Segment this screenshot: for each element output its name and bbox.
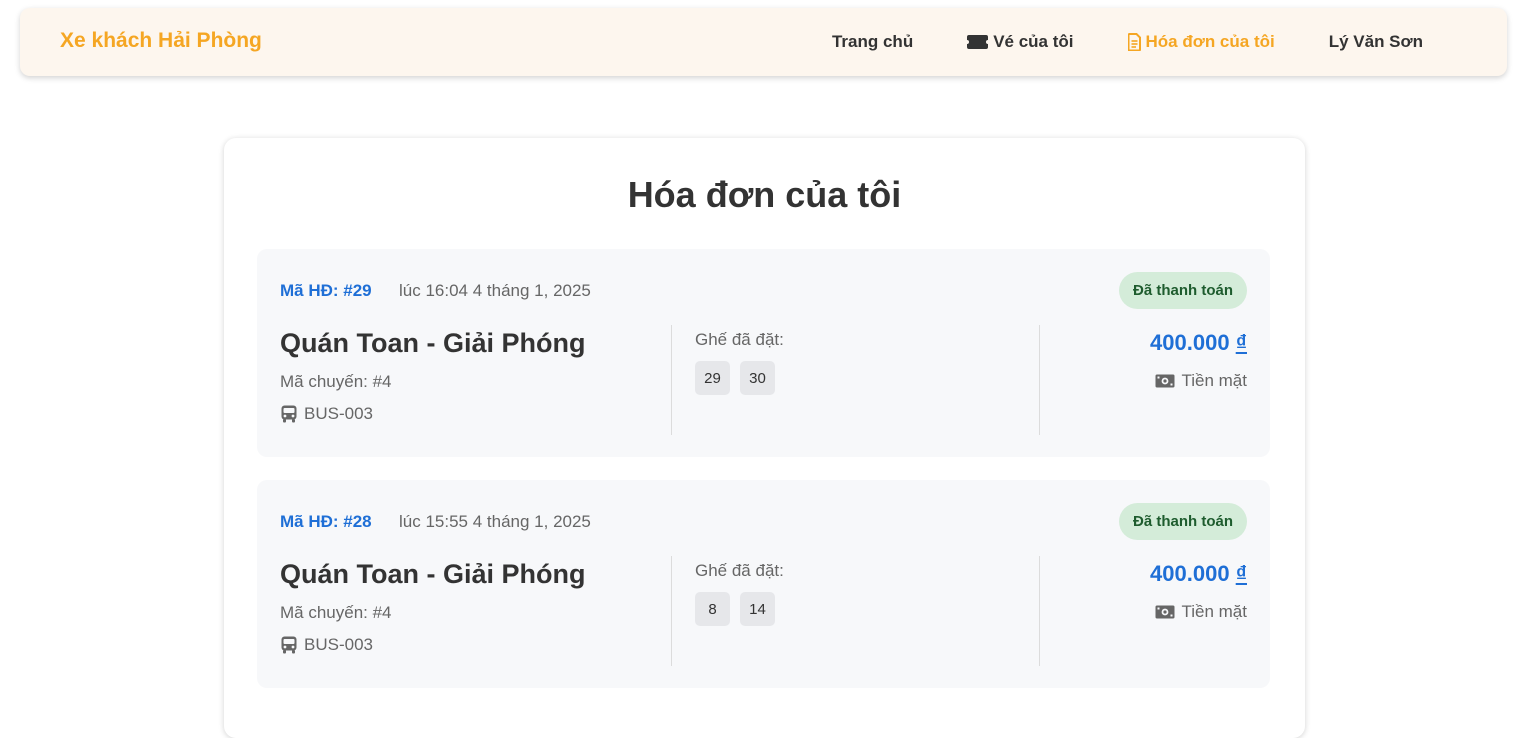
- user-menu-dropdown[interactable]: Lý Văn Sơn: [1329, 32, 1457, 52]
- brand-logo-text[interactable]: Xe khách Hải Phòng: [60, 29, 262, 53]
- invoice-time: lúc 15:55 4 tháng 1, 2025: [399, 512, 591, 531]
- payment-label: Tiền mặt: [1181, 371, 1247, 390]
- nav-link-home[interactable]: Trang chủ: [832, 32, 913, 52]
- user-name: Lý Văn Sơn: [1328, 32, 1423, 51]
- status-badge: Đã thanh toán: [1119, 272, 1247, 309]
- seat-badge: 30: [740, 361, 775, 395]
- divider: [671, 556, 672, 666]
- cash-icon: [1155, 605, 1175, 619]
- invoice-time: lúc 16:04 4 tháng 1, 2025: [399, 281, 591, 300]
- ticket-icon: [967, 35, 989, 49]
- invoice-price: 400.000 ₫: [1150, 561, 1247, 587]
- divider: [1039, 556, 1040, 666]
- invoice-id: Mã HĐ: #29: [280, 281, 372, 300]
- invoice-id: Mã HĐ: #28: [280, 512, 372, 531]
- bus-code: BUS-003: [304, 404, 373, 423]
- seat-list: 29 30: [695, 361, 785, 395]
- route-title: Quán Toan - Giải Phóng: [280, 559, 586, 589]
- invoice-price: 400.000 ₫: [1150, 330, 1247, 356]
- page-title: Hóa đơn của tôi: [627, 174, 902, 215]
- nav-link-label: Vé của tôi: [993, 32, 1074, 51]
- chevron-down-icon: [1441, 37, 1457, 47]
- nav-link-my-tickets[interactable]: Vé của tôi: [967, 32, 1074, 52]
- nav-link-label: Trang chủ: [831, 32, 914, 51]
- seat-list: 8 14: [695, 592, 785, 626]
- seats-label: Ghế đã đặt:: [695, 561, 784, 580]
- nav-links: Trang chủ Vé của tôi Hóa đơn của tôi Lý …: [778, 8, 1457, 76]
- divider: [1039, 325, 1040, 435]
- receipt-icon: [1127, 33, 1141, 51]
- payment-label: Tiền mặt: [1181, 602, 1247, 621]
- bus-info: BUS-003: [280, 635, 373, 655]
- nav-link-my-invoices[interactable]: Hóa đơn của tôi: [1127, 32, 1275, 52]
- currency-symbol: ₫: [1235, 561, 1247, 586]
- bus-icon: [280, 636, 298, 654]
- price-amount: 400.000: [1150, 561, 1230, 586]
- seats-label: Ghế đã đặt:: [695, 330, 784, 349]
- invoice-item: Mã HĐ: #28 lúc 15:55 4 tháng 1, 2025 Đã …: [257, 480, 1270, 688]
- bus-icon: [280, 405, 298, 423]
- trip-id: Mã chuyến: #4: [280, 372, 392, 391]
- seat-badge: 14: [740, 592, 775, 626]
- currency-symbol: ₫: [1235, 330, 1247, 355]
- price-amount: 400.000: [1150, 330, 1230, 355]
- nav-link-label: Hóa đơn của tôi: [1145, 32, 1275, 51]
- invoices-card: Hóa đơn của tôi Mã HĐ: #29 lúc 16:04 4 t…: [224, 138, 1305, 738]
- navbar: Xe khách Hải Phòng Trang chủ Vé của tôi …: [20, 8, 1507, 76]
- invoice-item: Mã HĐ: #29 lúc 16:04 4 tháng 1, 2025 Đã …: [257, 249, 1270, 457]
- trip-id: Mã chuyến: #4: [280, 603, 392, 622]
- seat-badge: 29: [695, 361, 730, 395]
- payment-method: Tiền mặt: [1155, 602, 1247, 622]
- status-badge: Đã thanh toán: [1119, 503, 1247, 540]
- bus-info: BUS-003: [280, 404, 373, 424]
- payment-method: Tiền mặt: [1155, 371, 1247, 391]
- bus-code: BUS-003: [304, 635, 373, 654]
- seat-badge: 8: [695, 592, 730, 626]
- cash-icon: [1155, 374, 1175, 388]
- route-title: Quán Toan - Giải Phóng: [280, 328, 586, 358]
- divider: [671, 325, 672, 435]
